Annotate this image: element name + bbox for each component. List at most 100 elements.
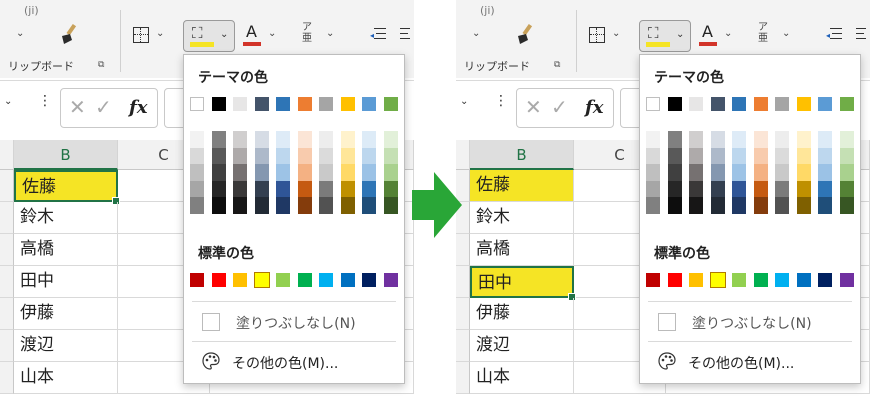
theme-shade-swatch[interactable]	[362, 131, 376, 148]
row-header[interactable]	[0, 170, 14, 202]
theme-color-swatch[interactable]	[383, 97, 398, 111]
theme-shade-swatch[interactable]	[732, 164, 746, 181]
theme-shade-swatch[interactable]	[646, 197, 660, 214]
theme-shade-swatch[interactable]	[190, 197, 204, 214]
theme-shade-swatch[interactable]	[340, 180, 355, 197]
font-color-button[interactable]: A	[243, 22, 263, 50]
theme-color-swatch[interactable]	[211, 97, 226, 111]
theme-color-swatch[interactable]	[276, 97, 290, 111]
cancel-icon[interactable]: ✕	[525, 95, 542, 119]
theme-shade-swatch[interactable]	[190, 147, 204, 164]
theme-shade-swatch[interactable]	[211, 164, 226, 181]
row-header[interactable]	[0, 298, 14, 330]
chevron-down-icon[interactable]: ⌄	[472, 28, 480, 39]
theme-shade-swatch[interactable]	[319, 131, 333, 148]
theme-shade-swatch[interactable]	[667, 164, 682, 181]
standard-color-swatch[interactable]	[667, 273, 682, 287]
theme-shade-swatch[interactable]	[362, 147, 376, 164]
theme-shade-swatch[interactable]	[211, 197, 226, 214]
borders-icon[interactable]	[133, 27, 149, 43]
chevron-down-icon[interactable]: ⌄	[326, 28, 334, 39]
cell-b[interactable]: 高橋	[470, 234, 574, 266]
standard-color-swatch[interactable]	[796, 273, 811, 287]
cell-b[interactable]: 山本	[470, 362, 574, 394]
theme-shade-swatch[interactable]	[276, 147, 290, 164]
theme-shade-swatch[interactable]	[340, 197, 355, 214]
chevron-down-icon[interactable]: ⌄	[724, 28, 732, 39]
theme-shade-swatch[interactable]	[276, 197, 290, 214]
theme-color-swatch[interactable]	[319, 97, 333, 111]
standard-color-swatch[interactable]	[818, 273, 832, 287]
theme-shade-swatch[interactable]	[340, 164, 355, 181]
theme-shade-swatch[interactable]	[753, 180, 768, 197]
theme-shade-swatch[interactable]	[646, 164, 660, 181]
theme-shade-swatch[interactable]	[818, 131, 832, 148]
more-options-icon[interactable]: ⋮	[38, 93, 52, 109]
theme-shade-swatch[interactable]	[796, 147, 811, 164]
standard-color-swatch[interactable]	[689, 273, 703, 287]
theme-shade-swatch[interactable]	[753, 147, 768, 164]
theme-color-swatch[interactable]	[689, 97, 703, 111]
standard-color-swatch[interactable]	[340, 273, 355, 287]
theme-shade-swatch[interactable]	[297, 164, 312, 181]
cancel-icon[interactable]: ✕	[69, 95, 86, 119]
standard-color-swatch[interactable]	[253, 272, 270, 288]
cell-b[interactable]: 佐藤	[14, 170, 118, 202]
theme-color-swatch[interactable]	[753, 97, 768, 111]
theme-shade-swatch[interactable]	[667, 147, 682, 164]
theme-shade-swatch[interactable]	[732, 131, 746, 148]
theme-shade-swatch[interactable]	[667, 197, 682, 214]
format-painter-icon[interactable]	[516, 22, 536, 46]
theme-shade-swatch[interactable]	[233, 131, 247, 148]
cell-b[interactable]: 鈴木	[14, 202, 118, 234]
standard-color-swatch[interactable]	[319, 273, 333, 287]
theme-shade-swatch[interactable]	[796, 131, 811, 148]
row-header[interactable]	[0, 330, 14, 362]
cell-b[interactable]: 渡辺	[470, 330, 574, 362]
theme-shade-swatch[interactable]	[340, 147, 355, 164]
row-header[interactable]	[0, 234, 14, 266]
increase-indent-icon[interactable]	[400, 27, 414, 41]
format-painter-icon[interactable]	[60, 22, 80, 46]
theme-shade-swatch[interactable]	[190, 131, 204, 148]
theme-shade-swatch[interactable]	[362, 180, 376, 197]
more-colors-option[interactable]: その他の色(M)...	[232, 353, 338, 373]
theme-shade-swatch[interactable]	[775, 197, 789, 214]
theme-shade-swatch[interactable]	[710, 147, 725, 164]
theme-shade-swatch[interactable]	[775, 180, 789, 197]
theme-shade-swatch[interactable]	[383, 164, 398, 181]
theme-shade-swatch[interactable]	[753, 164, 768, 181]
chevron-down-icon[interactable]: ⌄	[782, 28, 790, 39]
standard-color-swatch[interactable]	[383, 273, 398, 287]
name-box-dropdown-icon[interactable]: ⌄	[4, 96, 12, 107]
decrease-indent-icon[interactable]: ◂	[826, 27, 842, 41]
standard-color-swatch[interactable]	[276, 273, 290, 287]
theme-shade-swatch[interactable]	[753, 131, 768, 148]
cell-b[interactable]: 鈴木	[470, 202, 574, 234]
theme-shade-swatch[interactable]	[732, 147, 746, 164]
theme-shade-swatch[interactable]	[233, 180, 247, 197]
theme-shade-swatch[interactable]	[383, 147, 398, 164]
theme-shade-swatch[interactable]	[796, 197, 811, 214]
theme-shade-swatch[interactable]	[340, 131, 355, 148]
theme-shade-swatch[interactable]	[211, 180, 226, 197]
decrease-indent-icon[interactable]: ◂	[370, 27, 386, 41]
dialog-launcher-icon[interactable]: ⧉	[98, 60, 104, 70]
cell-b[interactable]: 田中	[470, 266, 574, 298]
theme-shade-swatch[interactable]	[818, 180, 832, 197]
no-fill-option[interactable]: 塗りつぶしなし(N)	[236, 313, 356, 333]
cell-b[interactable]: 佐藤	[470, 170, 574, 202]
theme-shade-swatch[interactable]	[646, 180, 660, 197]
more-options-icon[interactable]: ⋮	[494, 93, 508, 109]
cell-b[interactable]: 伊藤	[14, 298, 118, 330]
no-fill-option[interactable]: 塗りつぶしなし(N)	[692, 313, 812, 333]
theme-shade-swatch[interactable]	[667, 180, 682, 197]
theme-shade-swatch[interactable]	[297, 180, 312, 197]
chevron-down-icon[interactable]: ⌄	[612, 28, 620, 39]
chevron-down-icon[interactable]: ⌄	[16, 28, 24, 39]
theme-shade-swatch[interactable]	[818, 147, 832, 164]
theme-shade-swatch[interactable]	[818, 164, 832, 181]
theme-shade-swatch[interactable]	[710, 131, 725, 148]
theme-shade-swatch[interactable]	[646, 147, 660, 164]
theme-color-swatch[interactable]	[233, 97, 247, 111]
